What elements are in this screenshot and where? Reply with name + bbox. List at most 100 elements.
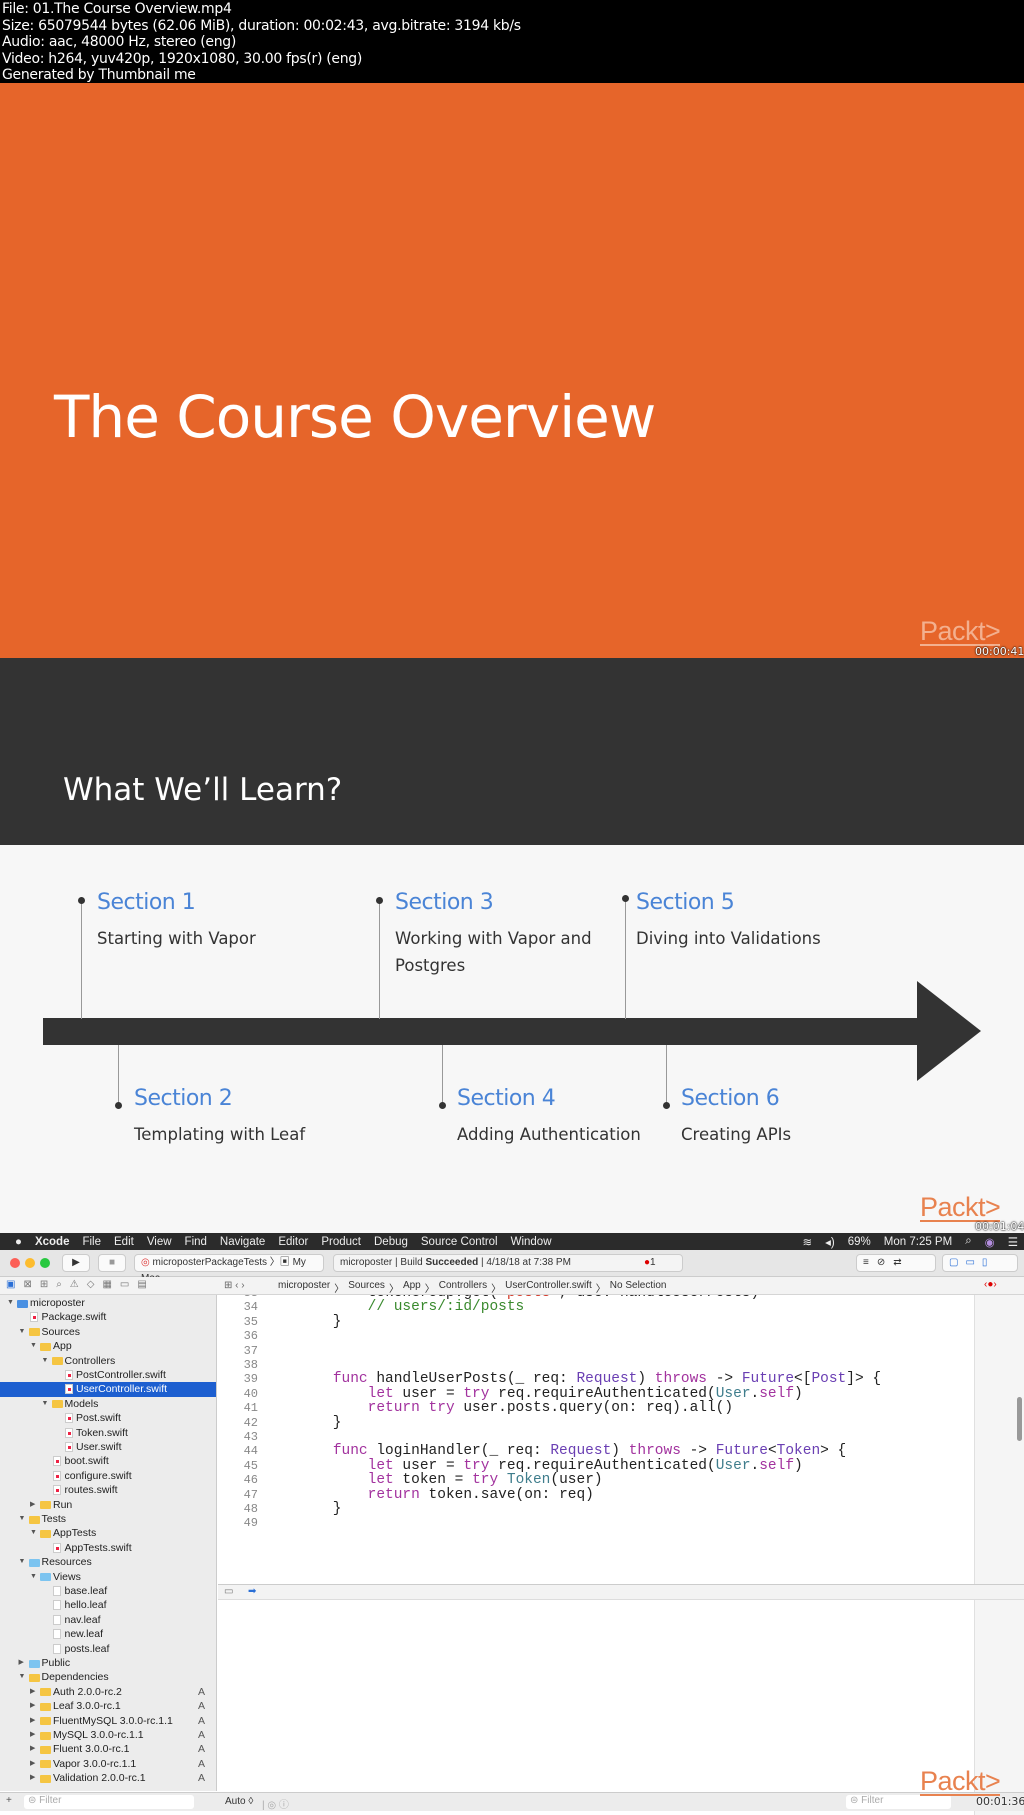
disclosure-open-icon[interactable]: ▼: [7, 1296, 14, 1310]
search-icon[interactable]: ⌕: [965, 1235, 971, 1248]
navigator-item[interactable]: ▼ Dependencies: [0, 1670, 216, 1684]
navigator-item[interactable]: nav.leaf: [0, 1613, 216, 1627]
crumb-sources[interactable]: Sources: [348, 1280, 385, 1295]
crumb-project[interactable]: microposter: [278, 1280, 330, 1295]
navigator-item[interactable]: ▼ AppTests: [0, 1526, 216, 1540]
menu-window[interactable]: Window: [511, 1236, 552, 1248]
menu-find[interactable]: Find: [185, 1236, 207, 1248]
error-icon[interactable]: ●1: [644, 1255, 656, 1271]
navigator-tabs[interactable]: ▣⊠⊞⌕⚠◇▦▭▤: [6, 1279, 155, 1290]
console-mode-select[interactable]: Auto ◊: [225, 1796, 253, 1807]
run-button[interactable]: ▶: [62, 1254, 90, 1272]
disclosure-closed-icon[interactable]: ▶: [30, 1742, 35, 1756]
disclosure-open-icon[interactable]: ▼: [19, 1325, 26, 1339]
filter-input[interactable]: ⊜ Filter: [24, 1795, 194, 1809]
console-icons[interactable]: | ◎ ⓘ: [262, 1796, 289, 1811]
apple-icon[interactable]: ●: [15, 1236, 22, 1248]
navigator-item[interactable]: ▶ FluentMySQL 3.0.0-rc.1.1 A: [0, 1714, 216, 1728]
navigator-item[interactable]: boot.swift: [0, 1454, 216, 1468]
menu-xcode[interactable]: Xcode: [35, 1236, 70, 1248]
disclosure-closed-icon[interactable]: ▶: [30, 1757, 35, 1771]
navigator-item[interactable]: ▶ Auth 2.0.0-rc.2 A: [0, 1685, 216, 1699]
disclosure-closed-icon[interactable]: ▶: [30, 1728, 35, 1742]
menu-edit[interactable]: Edit: [114, 1236, 134, 1248]
menu-source-control[interactable]: Source Control: [421, 1236, 498, 1248]
navigator-item[interactable]: ▶ Run: [0, 1498, 216, 1512]
navigator-item[interactable]: ▶ Leaf 3.0.0-rc.1 A: [0, 1699, 216, 1713]
navigator-item[interactable]: ▶ Vapor 3.0.0-rc.1.1 A: [0, 1757, 216, 1771]
navigator-item[interactable]: posts.leaf: [0, 1642, 216, 1656]
close-button[interactable]: [10, 1258, 20, 1268]
disclosure-closed-icon[interactable]: ▶: [30, 1714, 35, 1728]
navigator-item[interactable]: ▶ Fluent 3.0.0-rc.1 A: [0, 1742, 216, 1756]
hide-debug-icon[interactable]: ▭: [224, 1586, 233, 1597]
navigator-item[interactable]: ▼ App: [0, 1339, 216, 1353]
disclosure-closed-icon[interactable]: ▶: [30, 1699, 35, 1713]
navigator-item[interactable]: PostController.swift: [0, 1368, 216, 1382]
crumb-file[interactable]: UserController.swift: [505, 1280, 592, 1295]
scrollbar[interactable]: [1017, 1397, 1022, 1441]
breakpoints-icon[interactable]: ➡: [248, 1586, 256, 1597]
disclosure-open-icon[interactable]: ▼: [19, 1670, 26, 1684]
navigator-item[interactable]: AppTests.swift: [0, 1541, 216, 1555]
menu-debug[interactable]: Debug: [374, 1236, 408, 1248]
navigator-item[interactable]: User.swift: [0, 1440, 216, 1454]
menu-navigate[interactable]: Navigate: [220, 1236, 265, 1248]
navigator-item[interactable]: Post.swift: [0, 1411, 216, 1425]
editor-mode-buttons[interactable]: ≡⊘⇄: [856, 1254, 936, 1272]
menu-editor[interactable]: Editor: [278, 1236, 308, 1248]
navigator-item[interactable]: ▼ Controllers: [0, 1354, 216, 1368]
console-filter-input[interactable]: ⊜ Filter: [846, 1795, 951, 1809]
navigator-item[interactable]: Package.swift: [0, 1310, 216, 1324]
add-icon[interactable]: +: [6, 1795, 12, 1806]
crumb-selection[interactable]: No Selection: [610, 1280, 667, 1295]
view-toggle-buttons[interactable]: ▢▭▯: [942, 1254, 1018, 1272]
wifi-icon[interactable]: ≋: [803, 1235, 813, 1249]
navigator-item[interactable]: ▼ Tests: [0, 1512, 216, 1526]
disclosure-closed-icon[interactable]: ▶: [30, 1498, 35, 1512]
navigator-item[interactable]: ▼ microposter: [0, 1296, 216, 1310]
navigator-item[interactable]: routes.swift: [0, 1483, 216, 1497]
battery-status[interactable]: 69%: [848, 1236, 871, 1248]
disclosure-open-icon[interactable]: ▼: [19, 1512, 26, 1526]
navigator-item[interactable]: configure.swift: [0, 1469, 216, 1483]
crumb-app[interactable]: App: [403, 1280, 421, 1295]
navigator-item[interactable]: ▼ Views: [0, 1570, 216, 1584]
code-editor[interactable]: 33 tokenGroup.get("posts", use: handleUs…: [218, 1295, 974, 1815]
disclosure-open-icon[interactable]: ▼: [30, 1339, 37, 1353]
notification-center-icon[interactable]: ☰: [1008, 1235, 1018, 1249]
navigator-item[interactable]: ▶ MySQL 3.0.0-rc.1.1 A: [0, 1728, 216, 1742]
crumb-controllers[interactable]: Controllers: [439, 1280, 487, 1295]
navigator-item[interactable]: ▼ Resources: [0, 1555, 216, 1569]
disclosure-closed-icon[interactable]: ▶: [30, 1685, 35, 1699]
navigator-item[interactable]: ▼ Sources: [0, 1325, 216, 1339]
zoom-button[interactable]: [40, 1258, 50, 1268]
navigator-item[interactable]: ▼ Models: [0, 1397, 216, 1411]
related-items-icon[interactable]: ⊞ ‹ ›: [224, 1280, 245, 1291]
disclosure-closed-icon[interactable]: ▶: [19, 1656, 24, 1670]
navigator-item[interactable]: hello.leaf: [0, 1598, 216, 1612]
volume-icon[interactable]: ◂): [825, 1235, 835, 1249]
stop-button[interactable]: ■: [98, 1254, 126, 1272]
menu-file[interactable]: File: [82, 1236, 101, 1248]
navigator-item[interactable]: base.leaf: [0, 1584, 216, 1598]
disclosure-open-icon[interactable]: ▼: [30, 1570, 37, 1584]
siri-icon[interactable]: ◉: [985, 1235, 995, 1249]
menu-view[interactable]: View: [147, 1236, 172, 1248]
clock[interactable]: Mon 7:25 PM: [884, 1236, 952, 1248]
navigator-item-label: Validation 2.0.0-rc.1: [53, 1772, 146, 1785]
navigator-item[interactable]: new.leaf: [0, 1627, 216, 1641]
navigator-item[interactable]: UserController.swift: [0, 1382, 216, 1397]
navigator-item[interactable]: Token.swift: [0, 1426, 216, 1440]
disclosure-closed-icon[interactable]: ▶: [30, 1771, 35, 1785]
issue-nav-icon[interactable]: ‹●›: [984, 1279, 997, 1290]
navigator-item[interactable]: ▶ Validation 2.0.0-rc.1 A: [0, 1771, 216, 1785]
menu-product[interactable]: Product: [321, 1236, 361, 1248]
minimize-button[interactable]: [25, 1258, 35, 1268]
disclosure-open-icon[interactable]: ▼: [42, 1397, 49, 1411]
navigator-item[interactable]: ▶ Public: [0, 1656, 216, 1670]
disclosure-open-icon[interactable]: ▼: [19, 1555, 26, 1569]
disclosure-open-icon[interactable]: ▼: [30, 1526, 37, 1540]
disclosure-open-icon[interactable]: ▼: [42, 1354, 49, 1368]
scheme-selector[interactable]: ◎ microposterPackageTests 〉▣ My Mac: [134, 1254, 324, 1284]
